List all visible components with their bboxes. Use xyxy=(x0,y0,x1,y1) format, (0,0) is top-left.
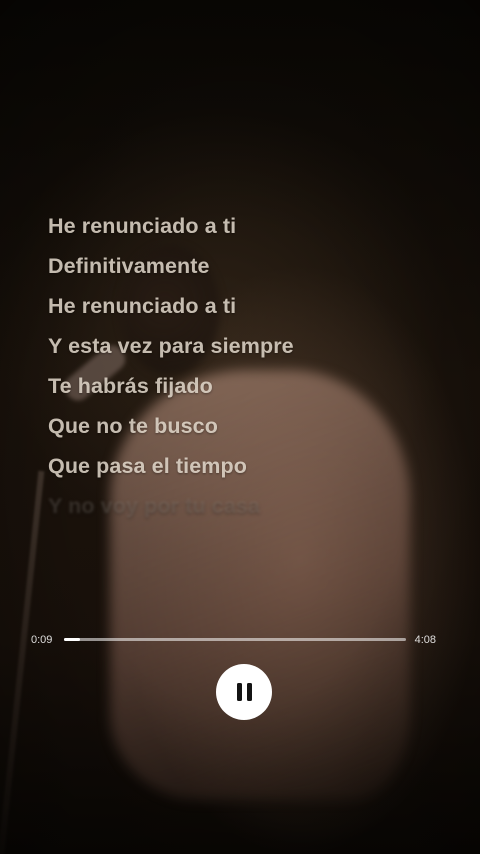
progress-slider[interactable] xyxy=(64,638,406,641)
lyric-line: Que pasa el tiempo xyxy=(48,454,247,478)
total-duration: 4:08 xyxy=(414,634,436,646)
lyric-line: Y esta vez para siempre xyxy=(48,334,294,358)
lyrics-list: He renunciado a ti Definitivamente He re… xyxy=(48,206,448,526)
pause-button[interactable] xyxy=(216,664,272,720)
lyric-line: Definitivamente xyxy=(48,254,210,278)
lyric-line: Que no te busco xyxy=(48,414,218,438)
lyric-line: He renunciado a ti xyxy=(48,214,237,238)
progress-fill xyxy=(64,638,80,641)
lyric-line: He renunciado a ti xyxy=(48,294,237,318)
lyric-line-upcoming: Y no voy por tu casa xyxy=(48,494,260,518)
pause-icon-bar-left xyxy=(236,683,242,701)
pause-icon xyxy=(236,683,252,701)
elapsed-time: 0:09 xyxy=(31,634,53,646)
lyric-line: Te habrás fijado xyxy=(48,374,213,398)
pause-icon-bar-right xyxy=(246,683,252,701)
lyrics-player-screen: He renunciado a ti Definitivamente He re… xyxy=(0,0,480,854)
